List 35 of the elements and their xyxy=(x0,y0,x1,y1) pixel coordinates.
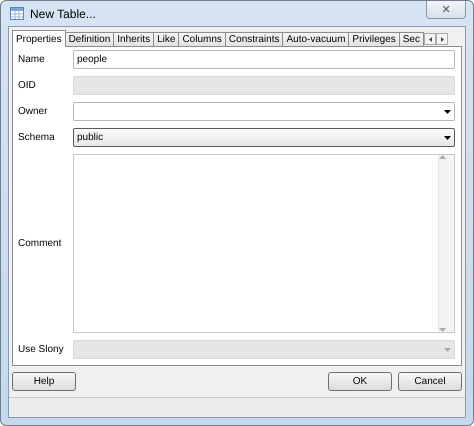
field-label: Comment xyxy=(18,238,62,249)
scrollbar[interactable] xyxy=(438,155,454,332)
tab[interactable]: Definition xyxy=(64,32,114,47)
dropdown[interactable]: public xyxy=(73,128,455,147)
caret-icon xyxy=(444,136,451,140)
tab[interactable]: Sec xyxy=(398,32,424,47)
scroll-left-button[interactable] xyxy=(424,33,436,45)
caret-icon xyxy=(444,110,451,114)
field-label: Use Slony xyxy=(18,344,65,355)
caret-icon xyxy=(439,328,446,332)
tab[interactable]: Constraints xyxy=(224,32,284,47)
dialog-button[interactable]: OK xyxy=(328,372,392,391)
left-arrow-icon xyxy=(428,36,432,42)
window-title: New Table... xyxy=(30,6,97,20)
caret-icon xyxy=(444,348,451,352)
help-button[interactable]: Help xyxy=(12,372,76,391)
right-arrow-icon xyxy=(440,36,444,42)
tab[interactable]: Privileges xyxy=(348,32,400,47)
tab[interactable]: Properties xyxy=(12,30,66,47)
tab[interactable]: Like xyxy=(153,32,180,47)
field-label: Owner xyxy=(18,106,48,117)
tab[interactable]: Auto-vacuum xyxy=(282,32,350,47)
tab[interactable]: Columns xyxy=(178,32,226,47)
dropdown[interactable] xyxy=(73,102,455,121)
text-field[interactable]: people xyxy=(73,50,455,69)
caret-icon xyxy=(439,155,446,159)
field-label: OID xyxy=(18,80,37,91)
field-label: Name xyxy=(18,54,46,65)
table-icon xyxy=(10,7,24,20)
dialog-button[interactable]: Cancel xyxy=(398,372,462,391)
tab[interactable]: Inherits xyxy=(113,32,154,47)
scroll-right-button[interactable] xyxy=(436,33,448,45)
comment-field[interactable] xyxy=(73,154,455,333)
close-button[interactable]: ✕ xyxy=(426,0,466,18)
field-label: Schema xyxy=(18,132,56,143)
